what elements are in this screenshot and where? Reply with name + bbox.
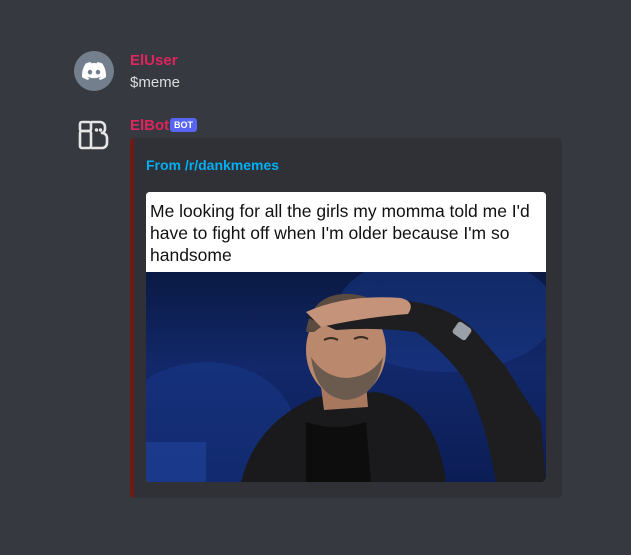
bot-avatar[interactable] (74, 115, 114, 155)
discord-logo-icon (82, 62, 106, 80)
bot-badge: BOT (170, 118, 197, 132)
message-text: $meme (130, 74, 181, 91)
username[interactable]: ElBot (130, 117, 169, 134)
user-avatar[interactable] (74, 51, 114, 91)
bot-avatar-icon (78, 120, 109, 150)
embed-title[interactable]: From /r/dankmemes (146, 157, 279, 173)
meme-caption: Me looking for all the girls my momma to… (146, 192, 546, 272)
meme-photo (146, 252, 546, 482)
man-shielding-eyes-photo (146, 252, 546, 482)
username[interactable]: ElUser (130, 52, 178, 69)
embed: From /r/dankmemes Me looking for all the… (130, 138, 562, 498)
embed-image[interactable]: Me looking for all the girls my momma to… (146, 192, 546, 482)
